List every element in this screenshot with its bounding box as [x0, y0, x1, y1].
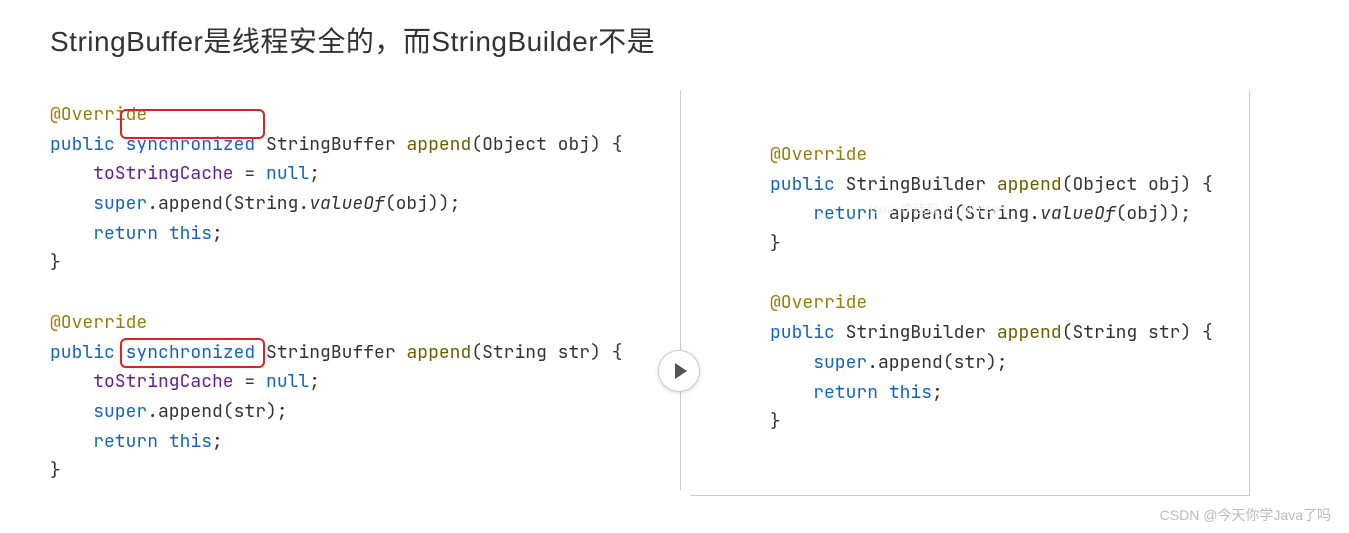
- kw-return: return: [93, 430, 158, 453]
- annotation: @Override: [770, 143, 867, 166]
- kw-public: public: [770, 173, 835, 196]
- method-name: append: [997, 321, 1062, 344]
- params: (Object obj) {: [1062, 173, 1213, 196]
- return-type: StringBuilder: [846, 321, 986, 344]
- kw-super: super: [813, 351, 867, 374]
- field-ref: toStringCache: [93, 370, 233, 393]
- assign: =: [234, 370, 266, 393]
- annotation: @Override: [50, 311, 147, 334]
- play-icon: [675, 363, 687, 379]
- semi: ;: [212, 430, 223, 453]
- return-type: StringBuffer: [266, 341, 396, 364]
- kw-return: return: [813, 381, 878, 404]
- page-title: StringBuffer是线程安全的，而StringBuilder不是: [50, 20, 1299, 60]
- right-code-block: @Override public StringBuilder append(Ob…: [770, 140, 1249, 437]
- semi: ;: [932, 381, 943, 404]
- play-button[interactable]: [658, 350, 700, 392]
- semi: ;: [309, 370, 320, 393]
- kw-return: return: [813, 202, 878, 225]
- brace-close: }: [770, 410, 781, 433]
- semi: ;: [309, 162, 320, 185]
- faded-watermark: lsuu_李佳琛_E_txvcevn: [870, 200, 1006, 217]
- kw-synchronized: synchronized: [126, 133, 256, 156]
- semi: ;: [212, 222, 223, 245]
- params: (Object obj) {: [471, 133, 622, 156]
- call-rest: .append(str);: [867, 351, 1007, 374]
- call: .append(String.: [147, 192, 309, 215]
- kw-super: super: [93, 192, 147, 215]
- left-code-block-1: @Override public synchronized StringBuff…: [50, 100, 650, 486]
- right-panel-stringbuilder: @Override public StringBuilder append(Ob…: [690, 90, 1250, 496]
- kw-null: null: [266, 162, 309, 185]
- kw-null: null: [266, 370, 309, 393]
- kw-public: public: [50, 341, 115, 364]
- brace-close: }: [770, 232, 781, 255]
- kw-synchronized: synchronized: [126, 341, 256, 364]
- brace-close: }: [50, 251, 61, 274]
- brace-close: }: [50, 459, 61, 482]
- csdn-watermark: CSDN @今天你学Java了吗: [1160, 505, 1331, 525]
- params: (String str) {: [1062, 321, 1213, 344]
- assign: =: [234, 162, 266, 185]
- static-call: valueOf: [309, 192, 385, 215]
- call-rest: .append(str);: [147, 400, 287, 423]
- call-end: (obj));: [1116, 202, 1192, 225]
- method-name: append: [997, 173, 1062, 196]
- panel-divider: [680, 90, 681, 490]
- annotation: @Override: [50, 103, 147, 126]
- code-comparison: @Override public synchronized StringBuff…: [50, 90, 1299, 496]
- call-end: (obj));: [385, 192, 461, 215]
- method-name: append: [406, 341, 471, 364]
- field-ref: toStringCache: [93, 162, 233, 185]
- method-name: append: [406, 133, 471, 156]
- static-call: valueOf: [1040, 202, 1116, 225]
- kw-this: this: [169, 430, 212, 453]
- return-type: StringBuffer: [266, 133, 396, 156]
- kw-this: this: [889, 381, 932, 404]
- kw-public: public: [50, 133, 115, 156]
- return-type: StringBuilder: [846, 173, 986, 196]
- kw-this: this: [169, 222, 212, 245]
- params: (String str) {: [471, 341, 622, 364]
- left-panel-stringbuffer: @Override public synchronized StringBuff…: [50, 90, 670, 496]
- kw-public: public: [770, 321, 835, 344]
- kw-super: super: [93, 400, 147, 423]
- kw-return: return: [93, 222, 158, 245]
- annotation: @Override: [770, 291, 867, 314]
